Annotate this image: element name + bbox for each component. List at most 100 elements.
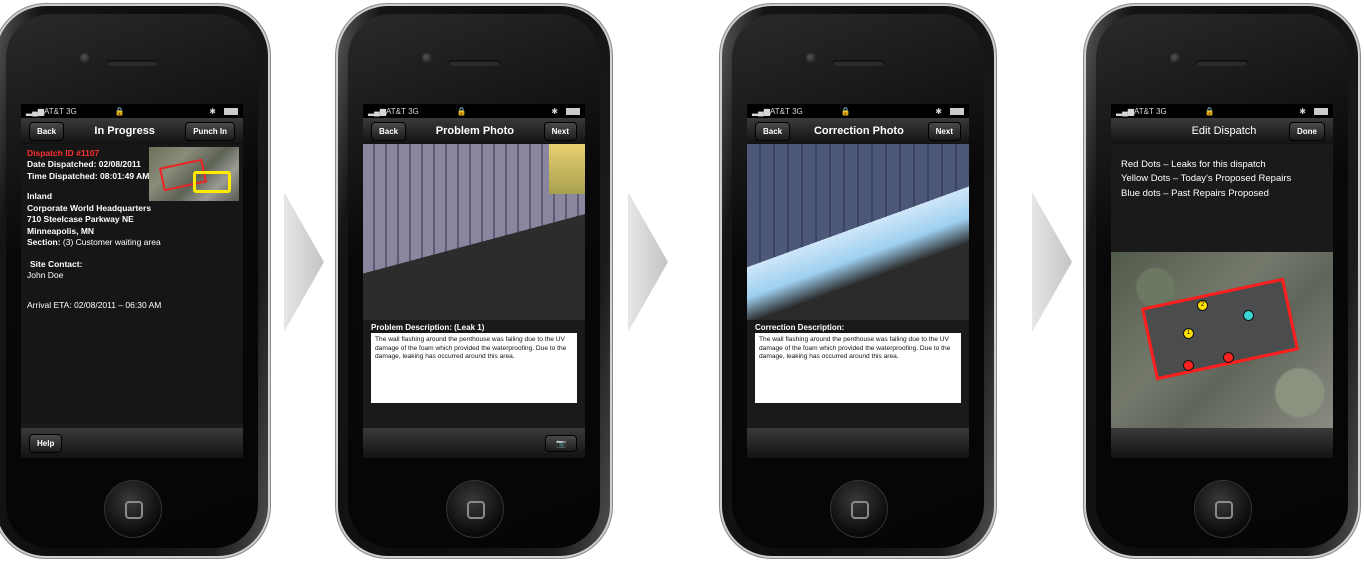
network-label: 3G: [66, 106, 77, 116]
flow-arrow-icon: [1032, 192, 1072, 332]
past-repair-dot[interactable]: [1243, 310, 1254, 321]
bottom-toolbar: Help: [21, 428, 243, 458]
back-button[interactable]: Back: [755, 121, 791, 141]
status-bar: ▂▄▆ AT&T 3G 🔒 ✱: [747, 104, 969, 118]
front-camera: [1170, 53, 1180, 63]
front-camera: [422, 53, 432, 63]
earpiece-speaker: [448, 60, 500, 66]
section-label: Section:: [27, 237, 61, 248]
highlight-box: [193, 171, 231, 193]
next-button[interactable]: Next: [543, 121, 577, 141]
legend-blue: Blue dots – Past Repairs Proposed: [1121, 187, 1269, 199]
problem-photo[interactable]: [363, 144, 585, 320]
navigation-bar: Back Problem Photo Next: [363, 118, 585, 144]
correction-description-field[interactable]: The wall flashing around the penthouse w…: [755, 333, 961, 403]
aerial-roof-map[interactable]: 2 1: [1111, 252, 1333, 428]
battery-icon: [950, 107, 964, 115]
navigation-bar: Edit Dispatch Done: [1111, 118, 1333, 144]
dot-legend: Red Dots – Leaks for this dispatch Yello…: [1111, 144, 1333, 252]
signal-icon: ▂▄▆: [368, 106, 386, 116]
phone-problem-photo: ▂▄▆ AT&T 3G 🔒 ✱ Back Problem Photo Next …: [338, 6, 610, 556]
status-bar: ▂▄▆ AT&T 3G 🔒 ✱: [1111, 104, 1333, 118]
screen-correction-photo: ▂▄▆ AT&T 3G 🔒 ✱ Back Correction Photo Ne…: [747, 104, 969, 458]
camera-button[interactable]: 📷: [545, 434, 577, 452]
repair-dot[interactable]: 1: [1183, 328, 1194, 339]
nav-title: In Progress: [94, 125, 155, 137]
screen-problem-photo: ▂▄▆ AT&T 3G 🔒 ✱ Back Problem Photo Next …: [363, 104, 585, 458]
legend-red: Red Dots – Leaks for this dispatch: [1121, 159, 1266, 170]
bottom-toolbar: [747, 428, 969, 458]
correction-description-label: Correction Description:: [747, 320, 969, 333]
lock-icon: 🔒: [456, 106, 467, 116]
front-camera: [80, 53, 90, 63]
correction-photo[interactable]: [747, 144, 969, 320]
network-label: 3G: [792, 106, 803, 116]
carrier-label: AT&T: [385, 106, 406, 116]
problem-description-field[interactable]: The wall flashing around the penthouse w…: [371, 333, 577, 403]
flow-arrow-icon: [284, 192, 324, 332]
help-button[interactable]: Help: [29, 433, 63, 453]
next-button[interactable]: Next: [927, 121, 961, 141]
front-camera: [806, 53, 816, 63]
carrier-label: AT&T: [43, 106, 64, 116]
back-button[interactable]: Back: [371, 121, 407, 141]
signal-icon: ▂▄▆: [752, 106, 770, 116]
status-bar: ▂▄▆ AT&T 3G 🔒 ✱: [363, 104, 585, 118]
nav-title: Correction Photo: [813, 125, 904, 137]
punch-in-button[interactable]: Punch In: [185, 121, 235, 141]
address-line: 710 Steelcase Parkway NE: [27, 214, 134, 225]
earpiece-speaker: [1196, 60, 1248, 66]
nav-title: Edit Dispatch: [1191, 125, 1257, 137]
signal-icon: ▂▄▆: [1116, 106, 1134, 116]
carrier-label: AT&T: [769, 106, 790, 116]
site-contact-name: John Doe: [27, 270, 64, 281]
camera-icon: 📷: [556, 438, 566, 448]
phone-correction-photo: ▂▄▆ AT&T 3G 🔒 ✱ Back Correction Photo Ne…: [722, 6, 994, 556]
legend-yellow: Yellow Dots – Today's Proposed Repairs: [1121, 173, 1292, 185]
leak-dot[interactable]: [1183, 360, 1194, 371]
repair-dot[interactable]: 2: [1197, 300, 1208, 311]
back-button[interactable]: Back: [29, 121, 65, 141]
battery-icon: [1314, 107, 1328, 115]
home-button[interactable]: [446, 480, 504, 538]
leak-dot[interactable]: [1223, 352, 1234, 363]
bluetooth-icon: ✱: [209, 106, 216, 116]
flow-arrow-icon: [628, 192, 668, 332]
address-line: Corporate World Headquarters: [27, 202, 152, 213]
network-label: 3G: [1156, 106, 1167, 116]
carrier-label: AT&T: [1133, 106, 1154, 116]
navigation-bar: Back Correction Photo Next: [747, 118, 969, 144]
bluetooth-icon: ✱: [551, 106, 558, 116]
bottom-toolbar: [1111, 428, 1333, 458]
bluetooth-icon: ✱: [935, 106, 942, 116]
battery-icon: [224, 107, 238, 115]
home-button[interactable]: [104, 480, 162, 538]
lock-icon: 🔒: [1204, 106, 1215, 116]
dot-label: 2: [1200, 302, 1205, 308]
nav-title: Problem Photo: [435, 125, 514, 137]
address-line: Minneapolis, MN: [27, 225, 95, 236]
screen-edit-dispatch: ▂▄▆ AT&T 3G 🔒 ✱ Edit Dispatch Done Red D…: [1111, 104, 1333, 458]
earpiece-speaker: [832, 60, 884, 66]
phone-in-progress: ▂▄▆ AT&T 3G 🔒 ✱ Back In Progress Punch I…: [0, 6, 268, 556]
section-row: Section: (3) Customer waiting area: [27, 237, 237, 248]
done-button[interactable]: Done: [1289, 121, 1325, 141]
bottom-toolbar: 📷: [363, 428, 585, 458]
navigation-bar: Back In Progress Punch In: [21, 118, 243, 144]
site-contact-label: Site Contact:: [30, 258, 83, 269]
roof-outline: [1140, 277, 1300, 381]
home-button[interactable]: [1194, 480, 1252, 538]
screen-in-progress: ▂▄▆ AT&T 3G 🔒 ✱ Back In Progress Punch I…: [21, 104, 243, 458]
lock-icon: 🔒: [840, 106, 851, 116]
lock-icon: 🔒: [114, 106, 125, 116]
battery-icon: [566, 107, 580, 115]
section-value: (3) Customer waiting area: [62, 237, 161, 248]
dispatch-details: Dispatch ID #1107 Date Dispatched: 02/08…: [21, 144, 243, 424]
signal-icon: ▂▄▆: [26, 106, 44, 116]
earpiece-speaker: [106, 60, 158, 66]
site-aerial-thumbnail[interactable]: [149, 147, 239, 201]
status-bar: ▂▄▆ AT&T 3G 🔒 ✱: [21, 104, 243, 118]
problem-description-label: Problem Description: (Leak 1): [363, 320, 585, 333]
network-label: 3G: [408, 106, 419, 116]
home-button[interactable]: [830, 480, 888, 538]
